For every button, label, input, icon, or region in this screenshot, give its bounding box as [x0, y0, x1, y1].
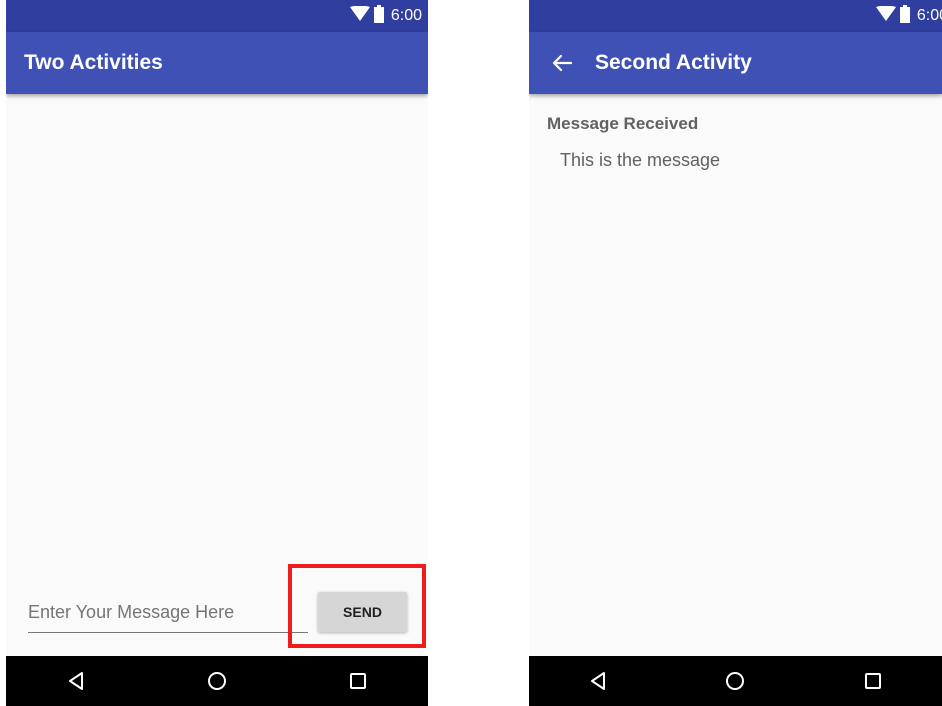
- recents-square-icon: [865, 673, 882, 689]
- status-time: 6:00: [390, 7, 422, 24]
- battery-icon: [899, 4, 910, 28]
- home-circle-icon: [726, 672, 745, 690]
- up-navigation-button[interactable]: [549, 50, 575, 76]
- nav-recents-button[interactable]: [338, 661, 378, 701]
- back-triangle-icon: [69, 672, 84, 690]
- wifi-icon: [349, 5, 370, 27]
- nav-back-button[interactable]: [56, 661, 96, 701]
- nav-recents-button[interactable]: [853, 661, 893, 701]
- home-circle-icon: [207, 672, 226, 690]
- back-arrow-icon: [552, 54, 572, 72]
- second-activity-content: Message Received This is the message: [529, 94, 942, 656]
- nav-home-button[interactable]: [715, 661, 755, 701]
- status-icons: 6:00: [349, 0, 422, 32]
- status-bar: 6:00: [529, 0, 942, 32]
- navigation-bar: [529, 656, 942, 706]
- screenshot-stage: 6:00 Two Activities SEND: [0, 0, 942, 706]
- second-activity-screen: 6:00 Second Activity Message Received Th…: [529, 0, 942, 706]
- battery-icon: [373, 4, 384, 28]
- first-activity-content: SEND: [6, 94, 428, 656]
- app-bar: Second Activity: [529, 32, 942, 94]
- first-activity-screen: 6:00 Two Activities SEND: [6, 0, 428, 706]
- app-title: Two Activities: [24, 51, 163, 74]
- nav-back-button[interactable]: [578, 661, 618, 701]
- back-triangle-icon: [590, 672, 605, 690]
- message-input[interactable]: [28, 594, 308, 633]
- status-icons: 6:00: [875, 0, 942, 32]
- navigation-bar: [6, 656, 428, 706]
- wifi-icon: [875, 5, 896, 27]
- status-bar: 6:00: [6, 0, 428, 32]
- received-message-text: This is the message: [560, 150, 721, 170]
- status-time: 6:00: [916, 7, 942, 24]
- nav-home-button[interactable]: [197, 661, 237, 701]
- send-button[interactable]: SEND: [318, 592, 407, 632]
- message-received-label: Message Received: [547, 114, 699, 133]
- app-title: Second Activity: [595, 51, 752, 74]
- recents-square-icon: [349, 673, 366, 689]
- app-bar: Two Activities: [6, 32, 428, 94]
